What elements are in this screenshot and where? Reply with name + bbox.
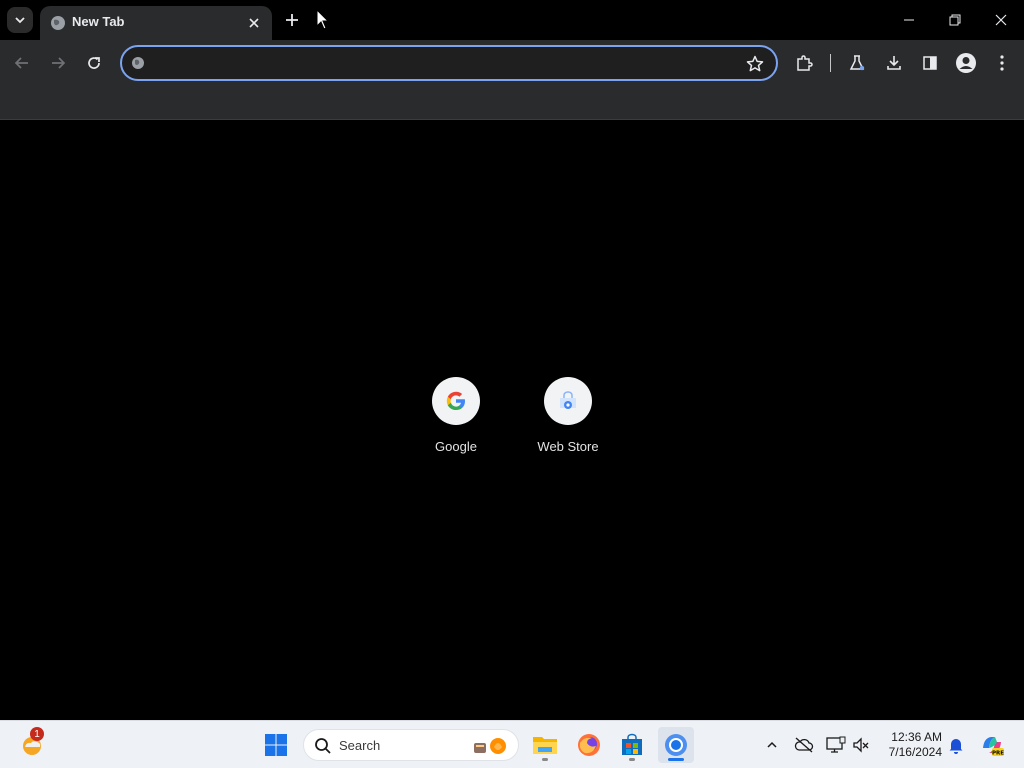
- back-button[interactable]: [8, 49, 36, 77]
- puzzle-icon: [797, 55, 813, 71]
- flask-icon: [849, 55, 865, 71]
- downloads-button[interactable]: [880, 49, 908, 77]
- chrome-button[interactable]: [658, 727, 694, 763]
- copilot-icon: PRE: [983, 737, 1004, 756]
- menu-button[interactable]: [988, 49, 1016, 77]
- reload-icon: [88, 57, 100, 69]
- search-highlight-icon: [474, 738, 506, 754]
- search-label: Search: [339, 738, 381, 753]
- avatar-icon: [956, 53, 976, 73]
- tab-close-button[interactable]: [244, 13, 264, 33]
- minimize-button[interactable]: [886, 0, 932, 40]
- active-indicator: [668, 758, 684, 761]
- tab-search-button[interactable]: [7, 7, 33, 33]
- start-button[interactable]: [258, 727, 294, 763]
- copilot-button[interactable]: PRE: [974, 727, 1010, 763]
- tab-title: New Tab: [72, 14, 125, 29]
- arrow-right-icon: [52, 57, 66, 69]
- file-explorer-button[interactable]: [527, 727, 563, 763]
- arrow-left-icon: [14, 57, 28, 69]
- globe-icon: [132, 57, 144, 69]
- more-vert-icon: [1000, 55, 1004, 71]
- new-tab-page: Google Web Store: [0, 121, 1024, 720]
- site-info-icon[interactable]: [130, 55, 146, 71]
- clock-time: 12:36 AM: [891, 730, 942, 744]
- folder-icon: [533, 737, 557, 754]
- restore-button[interactable]: [932, 0, 978, 40]
- address-input[interactable]: [154, 53, 734, 73]
- minimize-icon: [904, 19, 914, 21]
- volume-button[interactable]: [846, 727, 876, 763]
- mouse-cursor-icon: [316, 9, 330, 30]
- widgets-weather-button[interactable]: 1: [14, 727, 50, 763]
- running-indicator: [542, 758, 548, 761]
- shortcut-web-store[interactable]: Web Store: [512, 377, 624, 489]
- tab-new-tab[interactable]: New Tab: [40, 6, 272, 40]
- side-panel-icon: [923, 56, 937, 70]
- clock-date: 7/16/2024: [888, 745, 942, 759]
- notification-badge: 1: [30, 727, 44, 741]
- bell-icon: [949, 739, 963, 754]
- shortcut-icon-container: [432, 377, 480, 425]
- shortcut-label: Web Store: [537, 439, 599, 454]
- svg-text:PRE: PRE: [992, 750, 1004, 756]
- star-outline-icon: [746, 55, 764, 72]
- download-icon: [887, 56, 901, 70]
- cloud-off-icon: [794, 737, 814, 753]
- taskbar-clock[interactable]: 12:36 AM 7/16/2024: [880, 730, 942, 760]
- firefox-icon: [578, 734, 600, 756]
- extensions-button[interactable]: [790, 49, 818, 77]
- close-icon: [995, 14, 1007, 26]
- shortcut-label: Google: [435, 439, 477, 454]
- notifications-button[interactable]: [942, 727, 970, 763]
- new-tab-button[interactable]: [280, 8, 304, 32]
- chevron-down-icon: [15, 17, 25, 24]
- web-store-icon: [560, 391, 576, 409]
- search-icon: [315, 738, 331, 754]
- plus-icon: [286, 14, 298, 26]
- chevron-up-icon: [767, 741, 777, 748]
- browser-toolbar: [0, 40, 1024, 86]
- bookmark-star-button[interactable]: [744, 53, 766, 75]
- toolbar-separator: [830, 54, 831, 72]
- labs-button[interactable]: [843, 49, 871, 77]
- taskbar-search[interactable]: Search: [303, 729, 519, 761]
- forward-button[interactable]: [44, 49, 72, 77]
- shortcut-icon-container: [544, 377, 592, 425]
- close-window-button[interactable]: [978, 0, 1024, 40]
- firefox-button[interactable]: [571, 727, 607, 763]
- side-panel-button[interactable]: [916, 49, 944, 77]
- google-g-icon: [446, 391, 465, 410]
- profile-button[interactable]: [952, 49, 980, 77]
- shortcut-google[interactable]: Google: [400, 377, 512, 489]
- store-bag-icon: [622, 733, 642, 755]
- close-icon: [249, 18, 259, 28]
- show-hidden-icons-button[interactable]: [755, 727, 789, 763]
- microsoft-store-button[interactable]: [614, 727, 650, 763]
- restore-icon: [949, 14, 961, 26]
- windows-logo-icon: [265, 734, 287, 756]
- address-bar[interactable]: [120, 45, 778, 81]
- speaker-muted-icon: [853, 737, 869, 753]
- bookmarks-bar: [0, 86, 1024, 120]
- globe-icon: [51, 16, 65, 30]
- chrome-icon: [665, 734, 687, 756]
- title-bar: New Tab: [0, 0, 1024, 40]
- screen: New Tab Google Web Store 1 Search 12:36 …: [0, 0, 1024, 768]
- monitor-network-icon: [826, 736, 846, 753]
- reload-button[interactable]: [80, 49, 108, 77]
- onedrive-button[interactable]: [788, 727, 820, 763]
- windows-taskbar: 1 Search 12:36 AM 7/16/2024 PRE: [0, 720, 1024, 768]
- running-indicator: [629, 758, 635, 761]
